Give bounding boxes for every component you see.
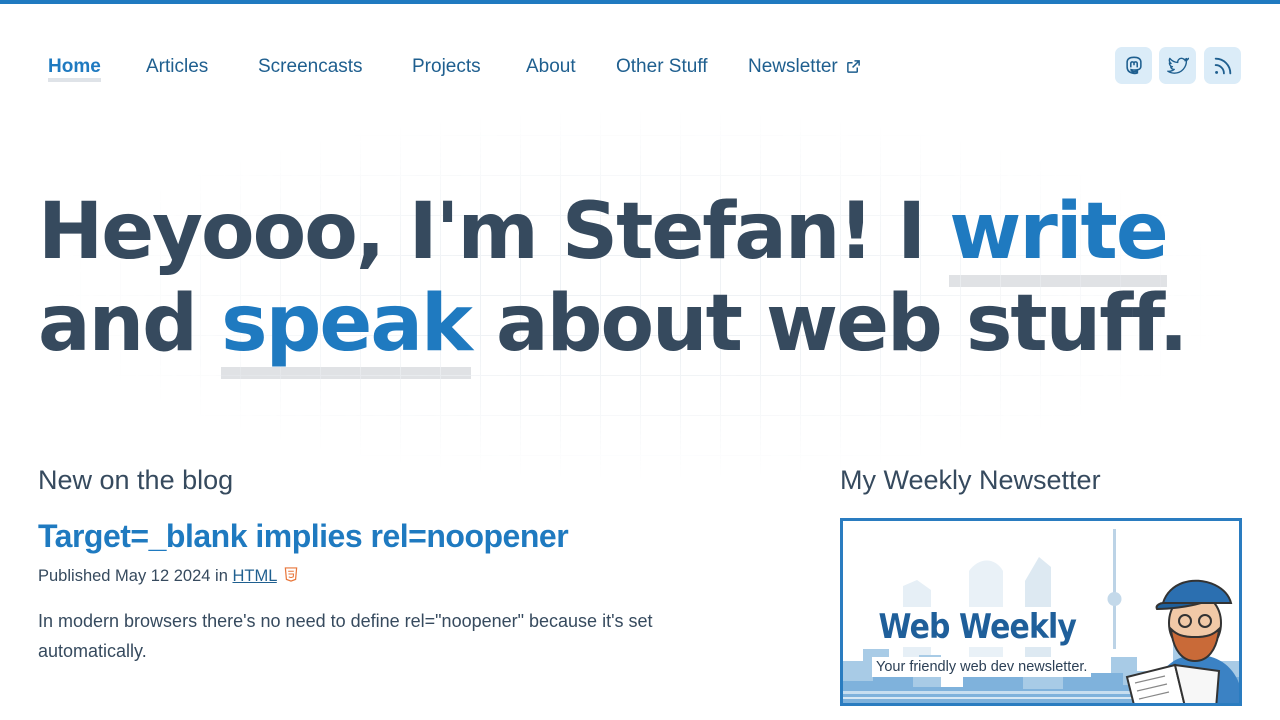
newsletter-card-subtitle: Your friendly web dev newsletter. [872, 657, 1092, 677]
rss-link[interactable] [1204, 47, 1241, 84]
newsletter-card-title: Web Weekly [875, 607, 1080, 647]
nav-other-stuff[interactable]: Other Stuff [616, 56, 708, 78]
nav-articles[interactable]: Articles [146, 56, 208, 78]
post-excerpt: In modern browsers there's no need to de… [38, 611, 653, 661]
hero-text-2: and [38, 279, 222, 369]
mastodon-icon [1125, 56, 1142, 74]
nav-newsletter[interactable]: Newsletter [748, 56, 838, 77]
nav-about[interactable]: About [526, 56, 576, 78]
hero-highlight-write: write [949, 187, 1168, 277]
twitter-icon [1166, 57, 1189, 74]
nav-newsletter-wrapper: Newsletter [748, 56, 861, 78]
post-title-link[interactable]: Target=_blank implies rel=noopener [38, 518, 569, 555]
nav-projects[interactable]: Projects [412, 56, 481, 78]
hero-heading: Heyooo, I'm Stefan! I write and speak ab… [38, 186, 1258, 370]
newsletter-card-link[interactable]: Web Weekly Your friendly web dev newslet… [840, 518, 1242, 706]
rss-icon [1214, 57, 1231, 74]
newsletter-section-heading: My Weekly Newsetter [840, 465, 1101, 495]
nav-screencasts[interactable]: Screencasts [258, 56, 363, 78]
post-meta: Published May 12 2024 in HTML [38, 567, 298, 586]
post-tag-link[interactable]: HTML [232, 567, 276, 585]
mastodon-link[interactable] [1115, 47, 1152, 84]
post-published-date: Published May 12 2024 in [38, 567, 228, 585]
blog-section-heading: New on the blog [38, 465, 234, 495]
html5-icon [285, 567, 298, 582]
hero-highlight-speak: speak [221, 279, 473, 369]
hero-text-1: Heyooo, I'm Stefan! I [38, 187, 950, 277]
hero-text-3: about web stuff. [470, 279, 1188, 369]
top-accent-bar [0, 0, 1280, 4]
twitter-link[interactable] [1159, 47, 1196, 84]
nav-home[interactable]: Home [48, 56, 101, 82]
external-link-icon [847, 60, 861, 73]
